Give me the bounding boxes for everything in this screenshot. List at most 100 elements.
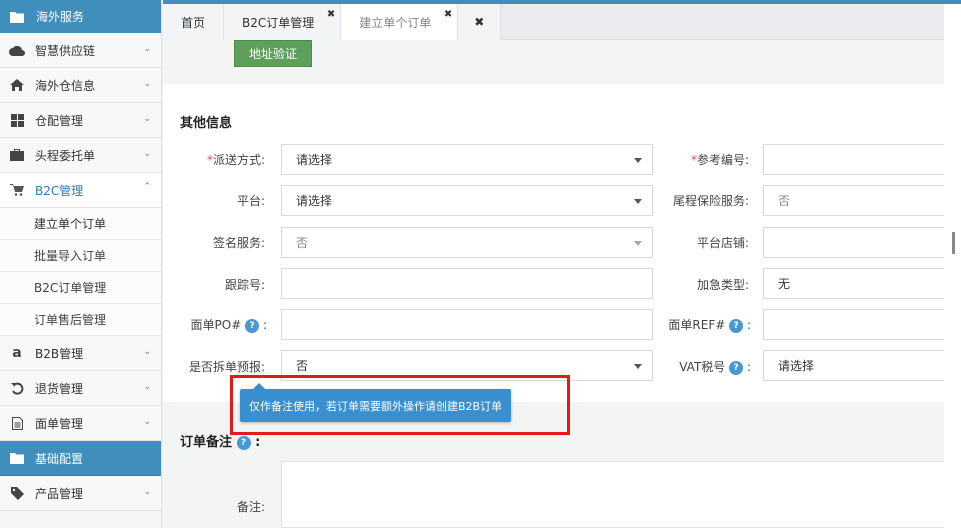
sidebar-section-basic-config[interactable]: 基础配置	[0, 441, 161, 476]
tab-bar: 首页 B2C订单管理 ✖ 建立单个订单 ✖ ✖	[163, 4, 944, 40]
sidebar-item-label-management[interactable]: 面单管理 ⌄	[0, 406, 161, 441]
label-ref-input[interactable]	[763, 309, 944, 340]
return-icon	[8, 382, 26, 395]
folder-icon	[10, 11, 24, 23]
split-order-label: 是否拆单预报:	[188, 360, 265, 374]
remarks-label: 备注:	[236, 500, 265, 514]
cloud-icon	[8, 45, 26, 56]
close-icon[interactable]: ✖	[327, 9, 335, 20]
close-icon: ✖	[474, 15, 485, 29]
delivery-method-label: *派送方式:	[206, 153, 265, 167]
sidebar-subitem-batch-import[interactable]: 批量导入订单	[0, 240, 161, 272]
sidebar-item-product-management[interactable]: 产品管理 ⌄	[0, 476, 161, 511]
sidebar-item-label: 产品管理	[35, 486, 84, 501]
chevron-down-icon: ⌄	[143, 79, 151, 89]
remarks-textarea[interactable]	[281, 461, 944, 528]
label-po-input[interactable]	[281, 309, 653, 340]
sidebar-item-label: 退货管理	[35, 381, 84, 396]
cart-icon	[8, 184, 26, 196]
label-po-label: 面单PO# ? :	[190, 318, 267, 333]
tracking-no-label: 跟踪号:	[224, 278, 265, 292]
sidebar-section-label: 基础配置	[35, 451, 84, 466]
tab-create-single-order[interactable]: 建立单个订单 ✖	[341, 4, 459, 40]
chevron-down-icon: ⌄	[143, 417, 151, 427]
tail-insurance-label: 尾程保险服务:	[672, 194, 749, 208]
platform-select[interactable]: 请选择	[281, 185, 653, 216]
caret-down-icon	[634, 199, 642, 204]
tab-label: B2C订单管理	[242, 15, 315, 30]
caret-down-icon	[634, 364, 642, 369]
help-icon[interactable]: ?	[729, 360, 744, 375]
briefcase-icon	[8, 149, 26, 161]
sidebar-item-warehouse-distribution[interactable]: 仓配管理 ⌄	[0, 103, 161, 138]
sidebar-item-label: 海外仓信息	[35, 78, 96, 93]
tab-b2c-order-management[interactable]: B2C订单管理 ✖	[224, 4, 342, 40]
address-verify-button[interactable]: 地址验证	[234, 40, 312, 67]
urgent-type-field[interactable]: 无	[763, 268, 944, 299]
help-icon[interactable]: ?	[729, 318, 744, 333]
platform-value: 请选择	[296, 194, 333, 208]
annotation-highlight-box	[230, 375, 570, 435]
sidebar-item-return-management[interactable]: 退货管理 ⌄	[0, 371, 161, 406]
other-info-title: 其他信息	[180, 116, 233, 131]
chevron-down-icon: ⌄	[143, 487, 151, 497]
tail-insurance-value: 否	[778, 194, 791, 208]
delivery-method-value: 请选择	[296, 153, 333, 167]
vat-select[interactable]: 请选择	[763, 350, 944, 381]
sidebar-subitem-create-single-order[interactable]: 建立单个订单	[0, 208, 161, 240]
sidebar-item-first-leg-order[interactable]: 头程委托单 ⌄	[0, 138, 161, 173]
vat-value: 请选择	[778, 359, 815, 373]
sidebar-item-b2c-management[interactable]: B2C管理 ⌃	[0, 173, 161, 208]
sidebar-item-label: 智慧供应链	[35, 43, 96, 58]
tail-insurance-field: 否	[763, 185, 944, 216]
signature-value: 否	[296, 236, 309, 250]
chevron-down-icon: ⌄	[143, 114, 151, 124]
platform-label: 平台:	[236, 194, 265, 208]
tab-label: 首页	[181, 15, 206, 30]
sidebar-item-label: 头程委托单	[35, 148, 96, 163]
amazon-icon: a	[12, 345, 22, 361]
main-content: 地址验证 其他信息 *派送方式: 请选择 *参考编号: 平台: 请选择 尾程保险…	[163, 40, 944, 528]
platform-store-label: 平台店铺:	[696, 236, 749, 250]
chevron-down-icon: ⌄	[143, 382, 151, 392]
close-all-tabs-button[interactable]: ✖	[458, 4, 502, 40]
sidebar-item-label: B2B管理	[35, 346, 84, 361]
urgent-type-value: 无	[778, 277, 791, 291]
tag-icon	[8, 486, 26, 500]
sidebar-item-b2b-management[interactable]: a B2B管理 ⌄	[0, 336, 161, 371]
sidebar-item-smart-supply-chain[interactable]: 智慧供应链 ⌄	[0, 33, 161, 68]
chevron-down-icon: ⌄	[143, 44, 151, 54]
signature-label: 签名服务:	[212, 236, 265, 250]
urgent-type-label: 加急类型:	[696, 278, 749, 292]
sidebar-item-label: B2C管理	[35, 183, 84, 198]
folder-icon	[8, 452, 26, 464]
grid-icon	[8, 113, 26, 127]
scrollbar-thumb[interactable]	[952, 232, 955, 254]
document-icon	[8, 416, 26, 430]
sidebar-subitem-after-sales[interactable]: 订单售后管理	[0, 304, 161, 336]
sidebar-header-label: 海外服务	[36, 10, 85, 24]
delivery-method-select[interactable]: 请选择	[281, 144, 653, 175]
signature-select: 否	[281, 227, 653, 258]
chevron-down-icon: ⌄	[143, 347, 151, 357]
platform-store-input[interactable]	[763, 227, 944, 258]
help-icon[interactable]: ?	[245, 318, 260, 333]
tab-home[interactable]: 首页	[163, 4, 225, 40]
sidebar-header-overseas-service[interactable]: 海外服务	[0, 0, 161, 33]
caret-down-icon	[634, 158, 642, 163]
chevron-down-icon: ⌄	[143, 149, 151, 159]
sidebar-item-label: 仓配管理	[35, 113, 84, 128]
tracking-no-input[interactable]	[281, 268, 653, 299]
sidebar: 海外服务 智慧供应链 ⌄ 海外仓信息 ⌄ 仓配管理 ⌄ 头程委托单 ⌄ B2C管…	[0, 0, 162, 528]
close-icon[interactable]: ✖	[444, 9, 452, 20]
home-icon	[8, 79, 26, 91]
reference-no-input[interactable]	[763, 144, 944, 175]
reference-no-label: *参考编号:	[690, 153, 749, 167]
tab-label: 建立单个订单	[359, 15, 432, 30]
sidebar-subitem-b2c-order-management[interactable]: B2C订单管理	[0, 272, 161, 304]
right-gutter	[944, 4, 961, 528]
split-order-value: 否	[296, 359, 309, 373]
help-icon[interactable]: ?	[236, 435, 251, 450]
sidebar-item-overseas-warehouse[interactable]: 海外仓信息 ⌄	[0, 68, 161, 103]
chevron-up-icon: ⌃	[143, 182, 151, 192]
